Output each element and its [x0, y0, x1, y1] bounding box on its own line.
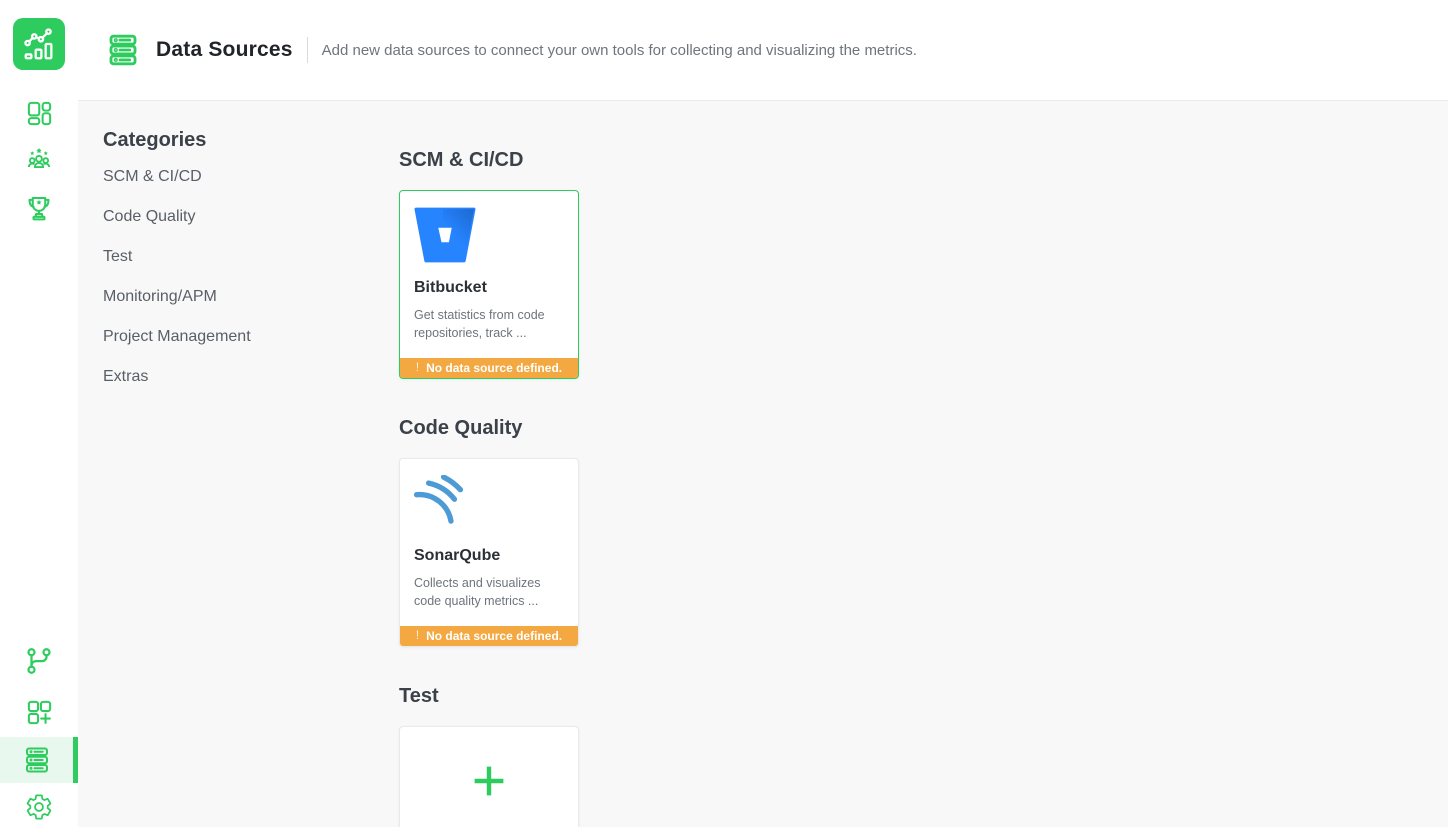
status-text: No data source defined.: [426, 629, 563, 643]
card-description: Get statistics from code repositories, t…: [414, 308, 545, 341]
section-scm-cicd: SCM & CI/CD Bitbucket Get statistics fro…: [399, 147, 1099, 379]
trophy-icon: [24, 193, 54, 223]
app-logo[interactable]: [13, 18, 65, 70]
card-title: Bitbucket: [414, 279, 487, 296]
server-stack-icon: [103, 32, 143, 68]
sidebar-item-achievements[interactable]: [0, 185, 78, 231]
plus-icon: [466, 758, 512, 827]
categories-panel: Categories SCM & CI/CD Code Quality Test…: [103, 127, 353, 397]
sidebar-item-settings[interactable]: [0, 784, 78, 827]
data-source-card-bitbucket[interactable]: Bitbucket Get statistics from code repos…: [399, 190, 579, 379]
sidebar: [0, 0, 78, 827]
sidebar-item-widgets[interactable]: [0, 689, 78, 735]
card-description: Collects and visualizes code quality met…: [414, 576, 541, 609]
section-heading: Code Quality: [399, 417, 523, 439]
section-code-quality: Code Quality SonarQube Collects and visu…: [399, 415, 1099, 647]
category-item-monitoring-apm[interactable]: Monitoring/APM: [103, 277, 353, 317]
status-badge: ! No data source defined.: [400, 626, 578, 646]
bitbucket-logo-icon: [414, 207, 564, 265]
analytics-chart-logo-icon: [20, 25, 58, 63]
sidebar-item-dashboard[interactable]: [0, 90, 78, 136]
category-item-project-management[interactable]: Project Management: [103, 317, 353, 357]
section-heading: SCM & CI/CD: [399, 149, 524, 171]
page-header: Data Sources Add new data sources to con…: [78, 0, 1448, 101]
page-subtitle: Add new data sources to connect your own…: [321, 41, 917, 59]
data-source-sections: SCM & CI/CD Bitbucket Get statistics fro…: [399, 101, 1099, 827]
sidebar-item-teams[interactable]: [0, 137, 78, 183]
add-data-source-card[interactable]: [399, 726, 579, 827]
status-text: No data source defined.: [426, 361, 563, 375]
page-title: Data Sources: [156, 38, 293, 61]
header-divider: [306, 37, 308, 63]
sidebar-item-pipelines[interactable]: [0, 638, 78, 684]
grid-plus-icon: [25, 698, 54, 727]
category-item-extras[interactable]: Extras: [103, 357, 353, 397]
sonarqube-logo-icon: [414, 475, 564, 533]
section-heading: Test: [399, 685, 439, 707]
team-icon: [24, 145, 54, 175]
section-test: Test: [399, 683, 1099, 827]
category-item-test[interactable]: Test: [103, 237, 353, 277]
categories-heading: Categories: [103, 129, 207, 151]
dashboard-grid-icon: [25, 99, 54, 128]
server-stack-icon: [22, 745, 52, 775]
card-title: SonarQube: [414, 547, 501, 564]
category-item-code-quality[interactable]: Code Quality: [103, 197, 353, 237]
exclamation-icon: !: [415, 630, 420, 642]
data-sources-page: Data Sources Add new data sources to con…: [0, 0, 1448, 827]
git-branch-icon: [24, 646, 54, 676]
gear-icon: [25, 793, 53, 821]
sidebar-item-data-sources[interactable]: [0, 737, 78, 783]
status-badge: ! No data source defined.: [400, 358, 578, 378]
category-item-scm-cicd[interactable]: SCM & CI/CD: [103, 157, 353, 197]
data-source-card-sonarqube[interactable]: SonarQube Collects and visualizes code q…: [399, 458, 579, 647]
exclamation-icon: !: [415, 362, 420, 374]
content-area: Categories SCM & CI/CD Code Quality Test…: [78, 101, 1448, 827]
